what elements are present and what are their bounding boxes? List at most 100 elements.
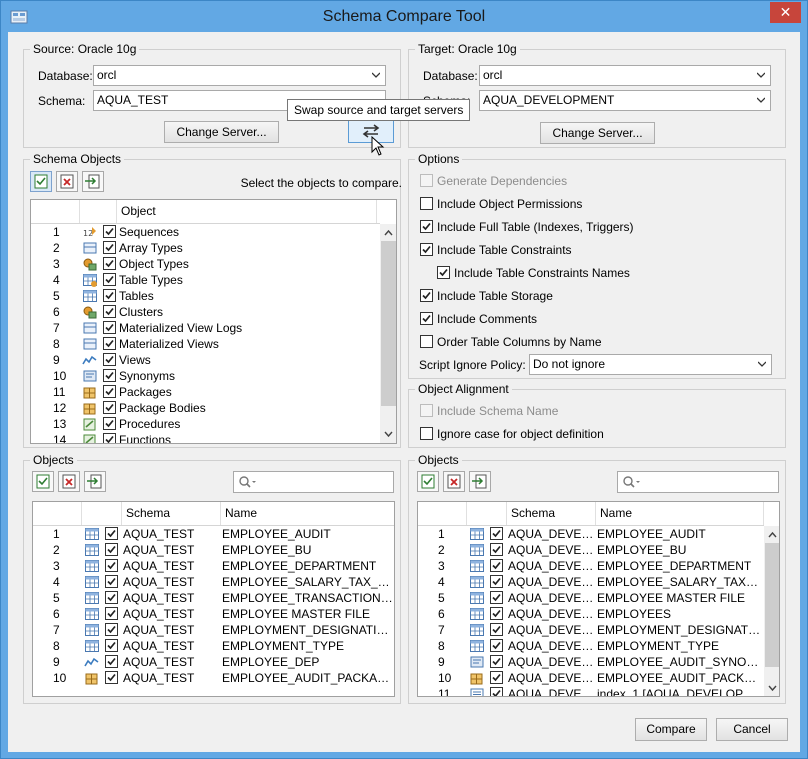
select-all-button[interactable] <box>30 171 52 192</box>
checkbox[interactable] <box>420 312 433 325</box>
checkbox[interactable] <box>420 335 433 348</box>
target-select-all-button[interactable] <box>417 471 439 492</box>
scroll-up-icon[interactable] <box>384 229 393 238</box>
checkbox[interactable] <box>103 273 116 286</box>
object-row[interactable]: 8 AQUA_TEST EMPLOYMENT_TYPE <box>33 638 394 654</box>
checkbox[interactable] <box>490 671 503 684</box>
scroll-up-icon[interactable] <box>768 531 777 540</box>
checkbox[interactable] <box>103 433 116 443</box>
target-objects-scrollbar[interactable] <box>764 526 779 696</box>
object-row[interactable]: 2 AQUA_DEVELO...EMPLOYEE_BU <box>418 542 764 558</box>
object-row[interactable]: 9 AQUA_DEVELO...EMPLOYEE_AUDIT_SYNONYM <box>418 654 764 670</box>
target-database-combo[interactable]: orcl <box>479 65 771 86</box>
object-row[interactable]: 2 AQUA_TEST EMPLOYEE_BU <box>33 542 394 558</box>
checkbox[interactable] <box>105 607 118 620</box>
checkbox[interactable] <box>420 174 433 187</box>
schema-object-row[interactable]: 1 12 Sequences <box>31 224 380 240</box>
object-row[interactable]: 6 AQUA_TEST EMPLOYEE MASTER FILE <box>33 606 394 622</box>
object-row[interactable]: 8 AQUA_DEVELO...EMPLOYMENT_TYPE <box>418 638 764 654</box>
checkbox[interactable] <box>105 575 118 588</box>
source-invert-selection-button[interactable] <box>84 471 106 492</box>
checkbox[interactable] <box>105 591 118 604</box>
unselect-all-button[interactable] <box>56 171 78 192</box>
header-schema[interactable]: Schema <box>122 502 221 525</box>
source-search-input[interactable] <box>233 471 394 493</box>
checkbox[interactable] <box>490 623 503 636</box>
schema-object-row[interactable]: 5 Tables <box>31 288 380 304</box>
ignore-policy-combo[interactable]: Do not ignore <box>529 354 772 375</box>
header-schema[interactable]: Schema <box>507 502 596 525</box>
scroll-down-icon[interactable] <box>768 683 777 692</box>
checkbox[interactable] <box>103 401 116 414</box>
title-bar[interactable]: Schema Compare Tool ✕ <box>1 1 807 33</box>
header-name[interactable]: Name <box>596 502 764 525</box>
object-row[interactable]: 6 AQUA_DEVELO...EMPLOYEES <box>418 606 764 622</box>
schema-object-row[interactable]: 3 Object Types <box>31 256 380 272</box>
schema-object-row[interactable]: 6 Clusters <box>31 304 380 320</box>
object-row[interactable]: 7 AQUA_TEST EMPLOYMENT_DESIGNATION <box>33 622 394 638</box>
checkbox[interactable] <box>103 353 116 366</box>
object-row[interactable]: 1 AQUA_DEVELO...EMPLOYEE_AUDIT <box>418 526 764 542</box>
checkbox[interactable] <box>105 671 118 684</box>
object-row[interactable]: 7 AQUA_DEVELO...EMPLOYMENT_DESIGNATION <box>418 622 764 638</box>
source-select-all-button[interactable] <box>32 471 54 492</box>
schema-object-row[interactable]: 9 Views <box>31 352 380 368</box>
schema-object-row[interactable]: 8 Materialized Views <box>31 336 380 352</box>
checkbox[interactable] <box>490 575 503 588</box>
target-schema-combo[interactable]: AQUA_DEVELOPMENT <box>479 90 771 111</box>
checkbox[interactable] <box>105 527 118 540</box>
schema-objects-scrollbar[interactable] <box>380 224 396 443</box>
object-row[interactable]: 4 AQUA_TEST EMPLOYEE_SALARY_TAX_DETAILS <box>33 574 394 590</box>
schema-object-row[interactable]: 4 Table Types <box>31 272 380 288</box>
checkbox[interactable] <box>490 591 503 604</box>
invert-selection-button[interactable] <box>82 171 104 192</box>
checkbox[interactable] <box>103 257 116 270</box>
cancel-button[interactable]: Cancel <box>716 718 788 741</box>
checkbox[interactable] <box>103 321 116 334</box>
header-name[interactable]: Name <box>221 502 394 525</box>
source-unselect-all-button[interactable] <box>58 471 80 492</box>
schema-object-row[interactable]: 2 Array Types <box>31 240 380 256</box>
object-row[interactable]: 4 AQUA_DEVELO...EMPLOYEE_SALARY_TAX_DET..… <box>418 574 764 590</box>
source-change-server-button[interactable]: Change Server... <box>164 121 279 143</box>
target-change-server-button[interactable]: Change Server... <box>540 122 655 144</box>
schema-object-row[interactable]: 14 Functions <box>31 432 380 443</box>
scroll-thumb[interactable] <box>381 241 396 406</box>
checkbox[interactable] <box>490 543 503 556</box>
checkbox[interactable] <box>103 241 116 254</box>
checkbox[interactable] <box>105 559 118 572</box>
object-row[interactable]: 5 AQUA_TEST EMPLOYEE_TRANSACTION_HIST... <box>33 590 394 606</box>
schema-object-row[interactable]: 13 Procedures <box>31 416 380 432</box>
checkbox[interactable] <box>103 305 116 318</box>
target-unselect-all-button[interactable] <box>443 471 465 492</box>
schema-object-row[interactable]: 11 Packages <box>31 384 380 400</box>
object-row[interactable]: 5 AQUA_DEVELO...EMPLOYEE MASTER FILE <box>418 590 764 606</box>
checkbox[interactable] <box>103 289 116 302</box>
checkbox[interactable] <box>103 225 116 238</box>
scroll-thumb[interactable] <box>765 543 779 667</box>
checkbox[interactable] <box>490 527 503 540</box>
close-button[interactable]: ✕ <box>770 2 801 23</box>
target-invert-selection-button[interactable] <box>469 471 491 492</box>
schema-object-row[interactable]: 7 Materialized View Logs <box>31 320 380 336</box>
checkbox[interactable] <box>420 404 433 417</box>
object-row[interactable]: 9 AQUA_TEST EMPLOYEE_DEP <box>33 654 394 670</box>
checkbox[interactable] <box>437 266 450 279</box>
source-database-combo[interactable]: orcl <box>93 65 386 86</box>
checkbox[interactable] <box>105 623 118 636</box>
compare-button[interactable]: Compare <box>635 718 707 741</box>
checkbox[interactable] <box>420 220 433 233</box>
checkbox[interactable] <box>103 337 116 350</box>
checkbox[interactable] <box>420 197 433 210</box>
checkbox[interactable] <box>103 385 116 398</box>
checkbox[interactable] <box>490 607 503 620</box>
scroll-down-icon[interactable] <box>384 429 393 438</box>
schema-object-row[interactable]: 12 Package Bodies <box>31 400 380 416</box>
object-row[interactable]: 10 AQUA_TEST EMPLOYEE_AUDIT_PACKAGE <box>33 670 394 686</box>
checkbox[interactable] <box>490 655 503 668</box>
checkbox[interactable] <box>490 559 503 572</box>
checkbox[interactable] <box>103 369 116 382</box>
checkbox[interactable] <box>420 289 433 302</box>
checkbox[interactable] <box>420 427 433 440</box>
checkbox[interactable] <box>103 417 116 430</box>
